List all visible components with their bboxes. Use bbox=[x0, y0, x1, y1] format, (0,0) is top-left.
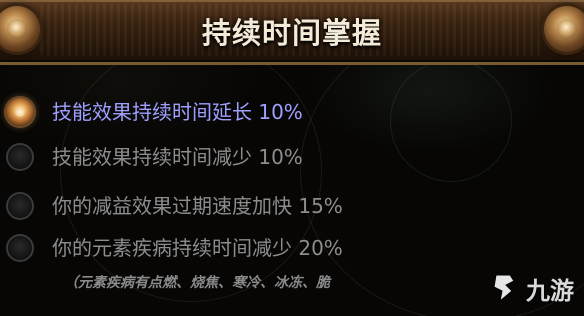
mastery-option[interactable]: 技能效果持续时间减少 10% bbox=[6, 141, 566, 177]
title-banner: 持续时间掌握 bbox=[0, 0, 584, 65]
mastery-panel: 持续时间掌握 技能效果持续时间延长 10% 技能效果持续时间减少 10% 你的减… bbox=[0, 0, 584, 316]
radio-unselected-icon[interactable] bbox=[6, 143, 34, 171]
mastery-option-label: 技能效果持续时间延长 10% bbox=[52, 100, 303, 124]
watermark-text: 九游 bbox=[526, 276, 574, 305]
watermark: 九游 bbox=[488, 268, 574, 308]
mastery-option[interactable]: 你的减益效果过期速度加快 15% bbox=[6, 190, 566, 226]
mastery-option[interactable]: 技能效果持续时间延长 10% bbox=[6, 96, 566, 132]
bronze-orb-icon bbox=[544, 6, 584, 52]
mastery-option-label: 你的元素疾病持续时间减少 20% bbox=[52, 236, 343, 260]
nine-game-logo-icon bbox=[488, 271, 522, 305]
radio-unselected-icon[interactable] bbox=[6, 192, 34, 220]
mastery-option-label: 技能效果持续时间减少 10% bbox=[52, 145, 303, 169]
mastery-option[interactable]: 你的元素疾病持续时间减少 20% bbox=[6, 232, 566, 268]
radio-unselected-icon[interactable] bbox=[6, 234, 34, 262]
radio-selected-icon[interactable] bbox=[6, 98, 34, 126]
mastery-option-label: 你的减益效果过期速度加快 15% bbox=[52, 194, 343, 218]
panel-title: 持续时间掌握 bbox=[201, 16, 382, 50]
ailment-footnote: （元素疾病有点燃、烧焦、寒冷、冰冻、脆 bbox=[64, 275, 330, 291]
